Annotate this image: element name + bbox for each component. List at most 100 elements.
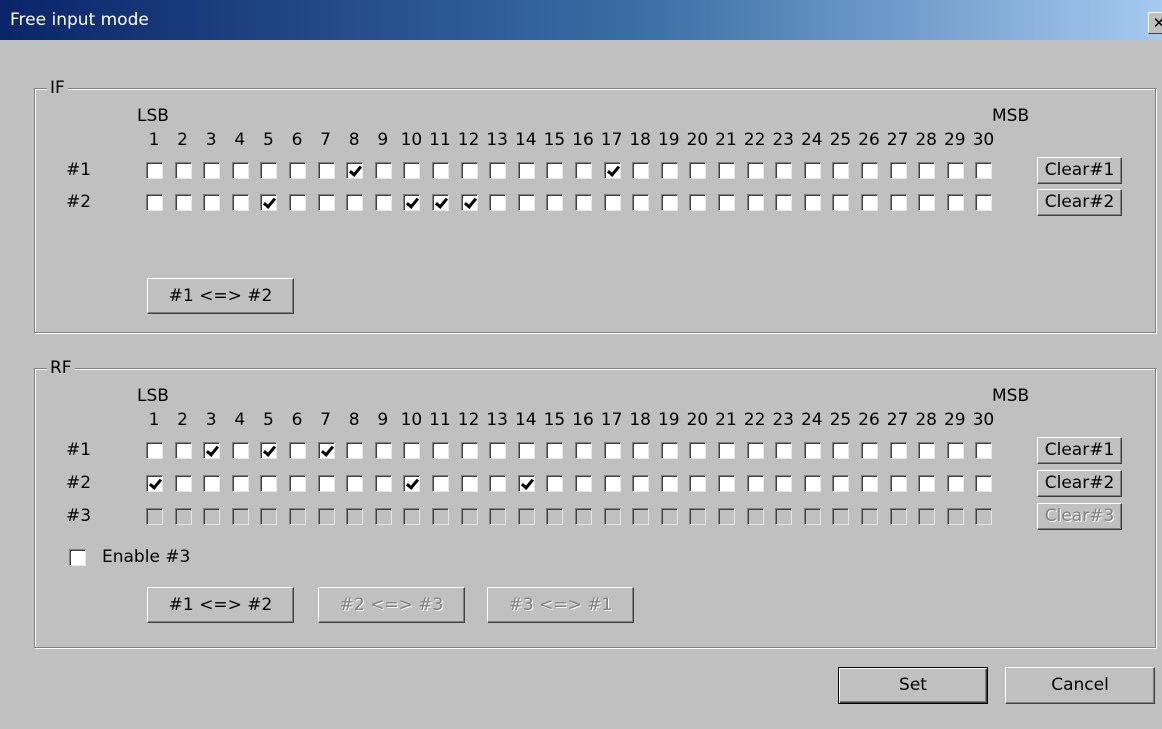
bit-checkbox[interactable]	[517, 442, 535, 459]
bit-checkbox[interactable]	[946, 194, 964, 211]
bit-checkbox[interactable]	[918, 475, 936, 492]
bit-checkbox[interactable]	[861, 194, 878, 211]
bit-checkbox[interactable]	[460, 442, 478, 459]
bit-checkbox[interactable]	[575, 475, 592, 492]
bit-checkbox[interactable]	[746, 442, 764, 459]
bit-checkbox[interactable]	[403, 442, 421, 459]
clear-row-button[interactable]: Clear#1	[1037, 157, 1122, 184]
bit-checkbox[interactable]	[746, 162, 764, 179]
bit-checkbox[interactable]	[975, 442, 993, 459]
cancel-button[interactable]: Cancel	[1005, 667, 1155, 704]
set-button[interactable]: Set	[838, 667, 988, 704]
bit-checkbox[interactable]	[517, 475, 535, 492]
bit-checkbox[interactable]	[575, 194, 592, 211]
swap-button[interactable]: #1 <=> #2	[147, 587, 294, 623]
bit-checkbox[interactable]	[289, 162, 306, 179]
bit-checkbox[interactable]	[546, 475, 564, 492]
bit-checkbox[interactable]	[432, 194, 449, 211]
close-icon[interactable]: ✕	[1148, 12, 1162, 34]
bit-checkbox[interactable]	[861, 475, 878, 492]
bit-checkbox[interactable]	[946, 162, 964, 179]
bit-checkbox[interactable]	[832, 194, 850, 211]
bit-checkbox[interactable]	[603, 475, 621, 492]
bit-checkbox[interactable]	[689, 194, 707, 211]
bit-checkbox[interactable]	[346, 442, 364, 459]
bit-checkbox[interactable]	[460, 475, 478, 492]
bit-checkbox[interactable]	[575, 442, 592, 459]
bit-checkbox[interactable]	[575, 162, 592, 179]
bit-checkbox[interactable]	[718, 194, 735, 211]
bit-checkbox[interactable]	[489, 194, 507, 211]
bit-checkbox[interactable]	[775, 442, 793, 459]
bit-checkbox[interactable]	[689, 162, 707, 179]
bit-checkbox[interactable]	[660, 442, 678, 459]
bit-checkbox[interactable]	[603, 442, 621, 459]
bit-checkbox[interactable]	[374, 194, 392, 211]
bit-checkbox[interactable]	[632, 162, 650, 179]
bit-checkbox[interactable]	[861, 442, 878, 459]
bit-checkbox[interactable]	[489, 442, 507, 459]
bit-checkbox[interactable]	[775, 162, 793, 179]
bit-checkbox[interactable]	[289, 194, 306, 211]
bit-checkbox[interactable]	[403, 162, 421, 179]
bit-checkbox[interactable]	[231, 442, 249, 459]
bit-checkbox[interactable]	[803, 442, 821, 459]
bit-checkbox[interactable]	[832, 442, 850, 459]
bit-checkbox[interactable]	[975, 194, 993, 211]
bit-checkbox[interactable]	[603, 194, 621, 211]
bit-checkbox[interactable]	[231, 162, 249, 179]
bit-checkbox[interactable]	[317, 194, 335, 211]
bit-checkbox[interactable]	[231, 475, 249, 492]
bit-checkbox[interactable]	[975, 162, 993, 179]
bit-checkbox[interactable]	[546, 162, 564, 179]
bit-checkbox[interactable]	[975, 475, 993, 492]
clear-row-button[interactable]: Clear#2	[1037, 470, 1122, 497]
bit-checkbox[interactable]	[317, 162, 335, 179]
bit-checkbox[interactable]	[803, 162, 821, 179]
bit-checkbox[interactable]	[689, 442, 707, 459]
bit-checkbox[interactable]	[260, 194, 278, 211]
bit-checkbox[interactable]	[374, 162, 392, 179]
swap-button[interactable]: #1 <=> #2	[147, 278, 294, 314]
bit-checkbox[interactable]	[632, 442, 650, 459]
bit-checkbox[interactable]	[946, 475, 964, 492]
bit-checkbox[interactable]	[174, 194, 192, 211]
bit-checkbox[interactable]	[260, 162, 278, 179]
bit-checkbox[interactable]	[432, 475, 449, 492]
bit-checkbox[interactable]	[403, 194, 421, 211]
bit-checkbox[interactable]	[489, 162, 507, 179]
bit-checkbox[interactable]	[918, 442, 936, 459]
bit-checkbox[interactable]	[889, 475, 907, 492]
bit-checkbox[interactable]	[889, 162, 907, 179]
bit-checkbox[interactable]	[203, 194, 221, 211]
bit-checkbox[interactable]	[689, 475, 707, 492]
bit-checkbox[interactable]	[374, 475, 392, 492]
bit-checkbox[interactable]	[460, 194, 478, 211]
bit-checkbox[interactable]	[775, 475, 793, 492]
bit-checkbox[interactable]	[517, 162, 535, 179]
bit-checkbox[interactable]	[746, 475, 764, 492]
bit-checkbox[interactable]	[203, 475, 221, 492]
bit-checkbox[interactable]	[203, 442, 221, 459]
bit-checkbox[interactable]	[489, 475, 507, 492]
clear-row-button[interactable]: Clear#2	[1037, 189, 1122, 216]
bit-checkbox[interactable]	[832, 475, 850, 492]
bit-checkbox[interactable]	[546, 442, 564, 459]
bit-checkbox[interactable]	[803, 475, 821, 492]
bit-checkbox[interactable]	[432, 162, 449, 179]
bit-checkbox[interactable]	[660, 194, 678, 211]
bit-checkbox[interactable]	[660, 162, 678, 179]
bit-checkbox[interactable]	[346, 194, 364, 211]
bit-checkbox[interactable]	[660, 475, 678, 492]
bit-checkbox[interactable]	[889, 194, 907, 211]
bit-checkbox[interactable]	[146, 194, 163, 211]
bit-checkbox[interactable]	[346, 475, 364, 492]
bit-checkbox[interactable]	[174, 162, 192, 179]
bit-checkbox[interactable]	[718, 162, 735, 179]
bit-checkbox[interactable]	[346, 162, 364, 179]
bit-checkbox[interactable]	[803, 194, 821, 211]
clear-row-button[interactable]: Clear#1	[1037, 437, 1122, 464]
bit-checkbox[interactable]	[317, 475, 335, 492]
enable3-checkbox[interactable]	[69, 549, 86, 566]
bit-checkbox[interactable]	[946, 442, 964, 459]
